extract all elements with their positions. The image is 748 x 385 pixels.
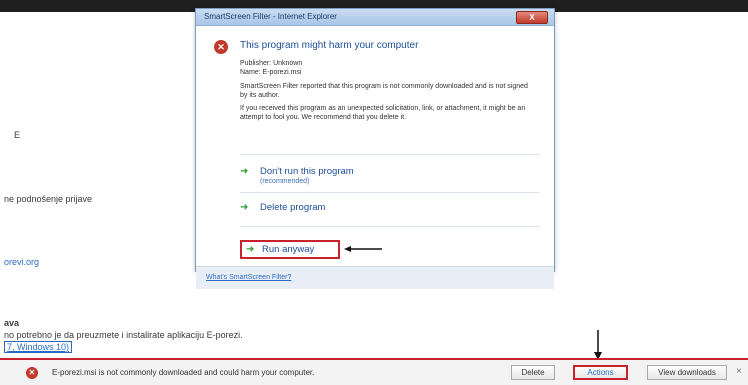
option-label: Delete program (260, 202, 326, 213)
dialog-footer: What's SmartScreen Filter? (196, 266, 554, 289)
close-icon[interactable]: × (736, 366, 742, 377)
dialog-title: SmartScreen Filter - Internet Explorer (204, 12, 337, 21)
divider (240, 154, 540, 155)
bg-bullet: E (14, 130, 21, 140)
advice-text: If you received this program as an unexp… (240, 105, 526, 121)
publisher-text: Publisher: Unknown (240, 60, 303, 67)
warning-shield-icon: ✕ (214, 40, 228, 54)
bg-link[interactable]: orevi.org (4, 257, 39, 267)
whats-smartscreen-link[interactable]: What's SmartScreen Filter? (206, 274, 291, 281)
green-arrow-icon: ➜ (240, 166, 249, 177)
green-arrow-icon: ➜ (246, 244, 255, 255)
divider (240, 192, 540, 193)
bg-windows-link[interactable]: 7, Windows 10) (4, 341, 73, 353)
notification-message: E-porezi.msi is not commonly downloaded … (52, 368, 315, 377)
divider (240, 226, 540, 227)
bg-description: no potrebno je da preuzmete i instalirat… (4, 330, 243, 340)
green-arrow-icon: ➜ (240, 202, 249, 213)
pointer-down-arrow-icon (594, 330, 602, 360)
option-label: Run anyway (262, 244, 315, 255)
dialog-headline: This program might harm your computer (240, 40, 419, 51)
delete-button[interactable]: Delete (511, 365, 555, 380)
option-label: Don't run this program (260, 166, 354, 177)
dialog-titlebar: SmartScreen Filter - Internet Explorer X (196, 9, 554, 26)
reported-text: SmartScreen Filter reported that this pr… (240, 83, 528, 99)
actions-button[interactable]: Actions (573, 365, 628, 380)
smartscreen-dialog: SmartScreen Filter - Internet Explorer X… (195, 8, 555, 289)
bg-text-line: ne podnošenje prijave (4, 194, 93, 204)
warning-icon: ✕ (26, 367, 38, 379)
close-button[interactable]: X (516, 11, 548, 24)
download-notification-bar: ✕ E-porezi.msi is not commonly downloade… (0, 358, 748, 385)
option-sub: (recommended) (260, 178, 310, 185)
dialog-body: ✕ This program might harm your computer … (196, 26, 554, 289)
bg-windows-link-wrap: 7, Windows 10) (4, 341, 73, 353)
pointer-arrow-icon (344, 246, 382, 252)
view-downloads-button[interactable]: View downloads (647, 365, 727, 380)
program-name-text: Name: E-porezi.msi (240, 69, 302, 76)
bg-section-heading: ava (4, 318, 20, 328)
